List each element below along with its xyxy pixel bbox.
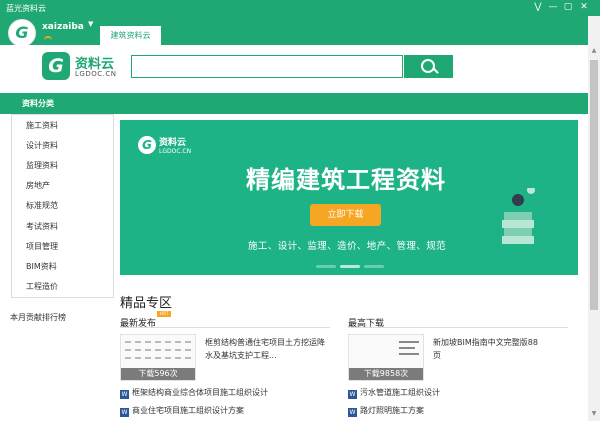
download-count: 下载9858次 bbox=[349, 368, 423, 380]
word-doc-icon: W bbox=[120, 408, 129, 417]
minimize-button[interactable]: — bbox=[546, 1, 560, 14]
document-thumbnail[interactable]: 下载596次 bbox=[120, 334, 196, 381]
banner-url: LGDOC.CN bbox=[159, 148, 192, 155]
document-preview-icon bbox=[125, 341, 191, 359]
sidebar-item-bim[interactable]: BIM资料 bbox=[26, 261, 57, 272]
search-button[interactable] bbox=[404, 55, 453, 78]
sidebar-item-project-management[interactable]: 项目管理 bbox=[26, 241, 58, 252]
sidebar-item-cost[interactable]: 工程造价 bbox=[26, 281, 58, 292]
sidebar-item-real-estate[interactable]: 房地产 bbox=[26, 180, 50, 191]
avatar[interactable]: G bbox=[8, 19, 36, 47]
carousel-dot-2[interactable] bbox=[340, 265, 360, 268]
avatar-logo-icon: G bbox=[15, 23, 29, 42]
sidebar-item-standards[interactable]: 标准规范 bbox=[26, 200, 58, 211]
book-stack-icon bbox=[502, 188, 535, 244]
banner-headline: 精编建筑工程资料 bbox=[246, 166, 446, 194]
menu-dropdown-button[interactable]: ⋁ bbox=[531, 1, 545, 14]
category-sidebar: 施工资料 设计资料 监理资料 房地产 标准规范 考试资料 项目管理 BIM资料 … bbox=[11, 114, 114, 298]
search-icon bbox=[421, 59, 435, 73]
banner-brand: 资料云 bbox=[159, 138, 187, 148]
carousel-dot-3[interactable] bbox=[364, 265, 384, 268]
username[interactable]: xaizaiba bbox=[42, 22, 84, 32]
window-title: 蓝光资料云 bbox=[6, 4, 46, 13]
latest-divider bbox=[120, 327, 330, 328]
scroll-up-icon[interactable]: ▲ bbox=[590, 47, 598, 55]
ranking-title: 本月贡献排行榜 bbox=[10, 313, 66, 322]
list-item[interactable]: W 框架结构商业综合体项目施工组织设计 bbox=[120, 387, 268, 399]
sidebar-item-construction[interactable]: 施工资料 bbox=[26, 120, 58, 131]
top-divider bbox=[348, 327, 568, 328]
list-item[interactable]: W 污水管道施工组织设计 bbox=[348, 387, 440, 399]
title-bar: 蓝光资料云 ⋁ — ▢ ✕ bbox=[0, 0, 600, 16]
download-now-button[interactable]: 立即下载 bbox=[310, 204, 381, 226]
featured-doc-title[interactable]: 新加坡BIM指南中文完整版88页 bbox=[433, 336, 543, 362]
list-item-label: 框架结构商业综合体项目施工组织设计 bbox=[132, 388, 268, 397]
list-item-label: 路灯照明施工方案 bbox=[360, 406, 424, 415]
sidebar-item-design[interactable]: 设计资料 bbox=[26, 140, 58, 151]
banner-subtitle: 施工、设计、监理、造价、地产、管理、规范 bbox=[248, 241, 447, 252]
document-preview-icon bbox=[399, 341, 419, 355]
chevron-down-icon[interactable]: ▼ bbox=[88, 20, 93, 28]
maximize-button[interactable]: ▢ bbox=[561, 1, 575, 14]
scroll-down-icon[interactable]: ▼ bbox=[590, 410, 598, 418]
list-item-label: 商业住宅项目施工组织设计方案 bbox=[132, 406, 244, 415]
category-label[interactable]: 资料分类 bbox=[22, 98, 54, 109]
list-item[interactable]: W 商业住宅项目施工组织设计方案 bbox=[120, 405, 244, 417]
logo-icon: G bbox=[42, 52, 70, 80]
list-item[interactable]: W 路灯照明施工方案 bbox=[348, 405, 424, 417]
category-bar: 资料分类 bbox=[0, 93, 588, 114]
document-thumbnail[interactable]: 下载9858次 bbox=[348, 334, 424, 381]
download-count: 下载596次 bbox=[121, 368, 195, 380]
close-button[interactable]: ✕ bbox=[577, 1, 591, 14]
section-title: 精品专区 bbox=[120, 296, 173, 311]
hot-badge: HOT bbox=[157, 311, 171, 317]
logo-url: LGDOC.CN bbox=[75, 70, 117, 78]
scroll-thumb[interactable] bbox=[590, 60, 598, 310]
featured-doc-title[interactable]: 框剪结构普通住宅项目土方挖运降水及基坑支护工程... bbox=[205, 336, 325, 362]
sidebar-item-supervision[interactable]: 监理资料 bbox=[26, 160, 58, 171]
search-icon-handle bbox=[433, 68, 439, 74]
carousel-dot-1[interactable] bbox=[316, 265, 336, 268]
list-item-label: 污水管道施工组织设计 bbox=[360, 388, 440, 397]
tab-building-data[interactable]: 建筑资料云 bbox=[100, 26, 161, 45]
banner-logo-icon: G bbox=[138, 136, 156, 154]
wifi-icon bbox=[44, 36, 52, 42]
word-doc-icon: W bbox=[348, 408, 357, 417]
word-doc-icon: W bbox=[120, 390, 129, 399]
search-input[interactable] bbox=[131, 55, 403, 78]
sidebar-item-exam[interactable]: 考试资料 bbox=[26, 221, 58, 232]
word-doc-icon: W bbox=[348, 390, 357, 399]
